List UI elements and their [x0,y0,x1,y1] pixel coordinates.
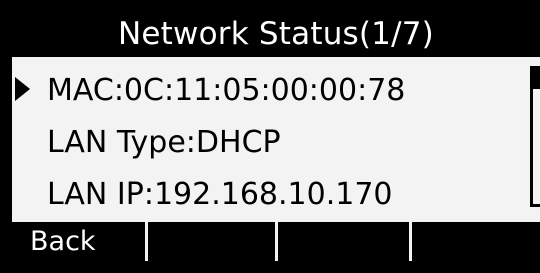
lcd-display: Network Status(1/7) MAC:0C:11:05:00:00:7… [12,12,540,261]
softkey-bar: Back [12,222,540,261]
back-softkey[interactable]: Back [12,222,148,261]
softkey-4[interactable] [412,222,540,261]
list-item-label: MAC:0C:11:05:00:00:78 [47,72,406,108]
list-item-lan-type[interactable]: LAN Type:DHCP [12,116,527,168]
scrollbar[interactable] [530,66,540,207]
list-item-label: LAN Type:DHCP [47,124,281,160]
page-title: Network Status(1/7) [118,16,434,52]
list-item-lan-ip[interactable]: LAN IP:192.168.10.170 [12,168,527,220]
scrollbar-thumb[interactable] [533,69,540,89]
phone-lcd-screen: Network Status(1/7) MAC:0C:11:05:00:00:7… [0,0,540,273]
list-item-mac[interactable]: MAC:0C:11:05:00:00:78 [12,64,527,116]
softkey-3[interactable] [278,222,412,261]
title-bar: Network Status(1/7) [12,12,540,57]
list-item-label: LAN IP:192.168.10.170 [47,176,393,212]
selection-arrow-icon [15,77,30,101]
softkey-2[interactable] [148,222,278,261]
